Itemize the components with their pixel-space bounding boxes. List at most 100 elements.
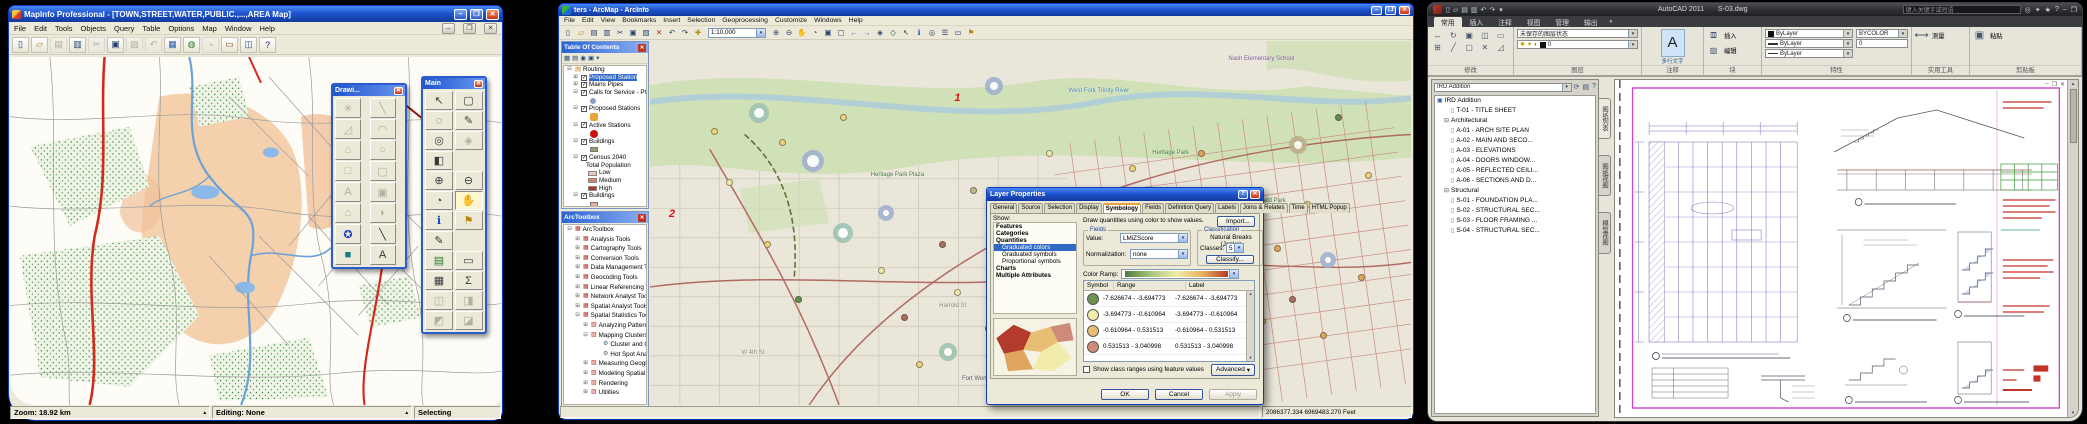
- panel-label[interactable]: 块: [1704, 65, 1761, 75]
- main-toolbar[interactable]: Main ✕ ↖▢◌✎◎◈◧⊕⊖◔✋ℹ⚑✎▤▭▦Σ◫◨◩◪: [421, 76, 487, 334]
- panel-label[interactable]: 特性: [1762, 65, 1911, 75]
- toolbar-icon[interactable]: ⊕: [770, 27, 782, 38]
- show-list-item[interactable]: Charts: [994, 265, 1076, 272]
- chevron-down-icon[interactable]: ▾: [1234, 244, 1243, 252]
- modify-tool-icon[interactable]: ✕: [1478, 41, 1491, 53]
- sheet-list-item[interactable]: ▯ T-01 - TITLE SHEET: [1435, 106, 1595, 116]
- chevron-down-icon[interactable]: ▾: [1610, 17, 1613, 27]
- chevron-down-icon[interactable]: ▾: [1562, 84, 1571, 91]
- toolbar-icon[interactable]: ✋: [796, 27, 808, 38]
- layer-item[interactable]: Proposed Stations: [589, 105, 640, 113]
- layer-combobox[interactable]: ✹ ✷ ◐ 0 ▾: [1517, 40, 1638, 49]
- toolbar-icon[interactable]: ✕: [653, 27, 665, 38]
- dialog-tab[interactable]: Labels: [1215, 203, 1239, 213]
- toolbar-icon[interactable]: ▥: [69, 37, 86, 53]
- toolbar-icon[interactable]: ▯: [562, 27, 574, 38]
- close-button[interactable]: ✕: [1250, 190, 1260, 199]
- main-tool-button[interactable]: ⊖: [455, 171, 483, 190]
- maximize-button[interactable]: ❐: [470, 9, 483, 20]
- drawing-tool-button[interactable]: ▢: [370, 161, 396, 181]
- chevron-down-icon[interactable]: ▾: [1229, 270, 1238, 278]
- toc-toolbar-icon[interactable]: ▦: [564, 54, 570, 62]
- scroll-down-icon[interactable]: ▾: [2072, 410, 2075, 416]
- cancel-button[interactable]: Cancel: [1155, 389, 1203, 400]
- toolbar-icon[interactable]: ↷: [679, 27, 691, 38]
- feature-values-checkbox[interactable]: [1083, 366, 1090, 373]
- layer-checkbox[interactable]: ✓: [581, 139, 587, 145]
- chevron-down-icon[interactable]: ▾: [1499, 6, 1503, 14]
- menu-item[interactable]: Windows: [814, 17, 842, 24]
- symbol-class-row[interactable]: -0.610964 - 0.531513 -0.610964 - 0.53151…: [1084, 323, 1254, 339]
- ribbon-tab[interactable]: 管理: [1548, 17, 1576, 27]
- toolbox-item[interactable]: ⚙ Cluster and Outlier Analysis (Anseli..…: [564, 340, 646, 350]
- menu-item[interactable]: Query: [114, 24, 134, 33]
- infocenter-icon[interactable]: ★: [2045, 6, 2051, 14]
- toolbox-item[interactable]: ⊞ ▦ Geocoding Tools: [564, 273, 646, 283]
- sheet-list-item[interactable]: ▯ A-04 - DOORS WINDOW...: [1435, 156, 1595, 166]
- lock-icon[interactable]: ◐: [1534, 42, 1538, 48]
- toolbar-icon[interactable]: ◈: [874, 27, 886, 38]
- qat-icon[interactable]: ▤: [1461, 6, 1468, 14]
- linetype-combobox[interactable]: ByLayer ▾: [1765, 49, 1853, 58]
- table-scrollbar[interactable]: ▴ ▾: [1246, 291, 1254, 361]
- drawing-tool-button[interactable]: □: [335, 161, 361, 181]
- toc-titlebar[interactable]: Table Of Contents ✕: [562, 42, 648, 53]
- main-tool-button[interactable]: ✋: [455, 191, 483, 210]
- plotstyle-combobox[interactable]: BYCOLOR ▾: [1856, 29, 1908, 38]
- layer-item[interactable]: Mains Pipes: [589, 81, 623, 89]
- layer-checkbox[interactable]: ✓: [581, 106, 587, 112]
- expander-icon[interactable]: ⊞: [582, 388, 589, 398]
- chevron-down-icon[interactable]: ▾: [1898, 30, 1907, 37]
- toolbar-icon[interactable]: ▤: [50, 37, 67, 53]
- selecting-status-pane[interactable]: Selecting: [414, 406, 501, 419]
- palette-vertical-tab[interactable]: 图纸视图: [1599, 155, 1611, 196]
- scroll-down-icon[interactable]: ▾: [1249, 355, 1251, 361]
- scale-combobox[interactable]: 1:10,000 ▾: [708, 28, 766, 38]
- menu-item[interactable]: Insert: [663, 17, 680, 24]
- menu-item[interactable]: Help: [849, 17, 863, 24]
- main-tool-button[interactable]: ▦: [425, 271, 453, 290]
- toolbar-icon[interactable]: ↖: [900, 27, 912, 38]
- arcmap-titlebar[interactable]: ters - ArcMap - ArcInfo – ❐ ✕: [559, 4, 1413, 16]
- close-icon[interactable]: ✕: [638, 44, 646, 52]
- infocenter-icon[interactable]: ?: [2055, 6, 2059, 14]
- show-list[interactable]: FeaturesCategoriesQuantitiesGraduated co…: [993, 222, 1077, 314]
- main-tool-button[interactable]: [455, 231, 483, 250]
- layer-checkbox[interactable]: ✓: [581, 90, 587, 96]
- drawing-tool-button[interactable]: ◠: [370, 119, 396, 139]
- ribbon-tab[interactable]: 常用: [1434, 17, 1462, 27]
- palette-vertical-tab[interactable]: 图纸列表: [1599, 98, 1611, 139]
- scroll-up-icon[interactable]: ▴: [2072, 81, 2075, 87]
- viewport-minimize-icon[interactable]: –: [2045, 81, 2048, 88]
- menu-item[interactable]: Customize: [775, 17, 807, 24]
- menu-item[interactable]: File: [14, 24, 26, 33]
- dialog-tab[interactable]: General: [990, 203, 1017, 213]
- drawing-tool-button[interactable]: ✪: [335, 224, 361, 244]
- sheet-list-item[interactable]: ▯ A-02 - MAIN AND SECO...: [1435, 136, 1595, 146]
- toolbar-icon[interactable]: ▱: [31, 37, 48, 53]
- dialog-tab[interactable]: Fields: [1142, 203, 1164, 213]
- expander-icon[interactable]: ⊟: [574, 311, 581, 321]
- chevron-down-icon[interactable]: ▾: [1843, 50, 1852, 57]
- minimize-button[interactable]: –: [1371, 6, 1382, 15]
- minimize-button[interactable]: –: [454, 9, 467, 20]
- expander-icon[interactable]: ⊞: [574, 283, 581, 293]
- toolbar-icon[interactable]: ▥: [601, 27, 613, 38]
- modify-tool-icon[interactable]: ⊞: [1431, 41, 1444, 53]
- menu-item[interactable]: Tools: [55, 24, 73, 33]
- toolbox-item[interactable]: ⊞ ▦ Linear Referencing Tools: [564, 283, 646, 293]
- main-tool-button[interactable]: ℹ: [425, 211, 453, 230]
- toolbox-item[interactable]: ⊟ ▦ Spatial Statistics Tools: [564, 311, 646, 321]
- panel-label[interactable]: 图层: [1514, 65, 1641, 75]
- toolbar-icon[interactable]: ⚑: [965, 27, 977, 38]
- apply-button[interactable]: Apply: [1209, 389, 1257, 400]
- toc-tree[interactable]: ⊟▤Routing ⊞✓Proposed Station ⊞✓Mains Pip…: [563, 65, 647, 207]
- close-button[interactable]: ✕: [486, 9, 499, 20]
- palette-toolbar-icon[interactable]: ?: [1592, 83, 1596, 91]
- viewport-restore-icon[interactable]: ❐: [2052, 81, 2057, 88]
- qat-icon[interactable]: ▱: [1453, 6, 1458, 14]
- drawing-tool-button[interactable]: A: [370, 245, 396, 265]
- symbol-class-row[interactable]: -3.694773 - -0.610964 -3.694773 - -0.610…: [1084, 307, 1254, 323]
- editing-status-pane[interactable]: Editing: None ▴: [212, 406, 412, 419]
- main-tool-button[interactable]: ▭: [455, 251, 483, 270]
